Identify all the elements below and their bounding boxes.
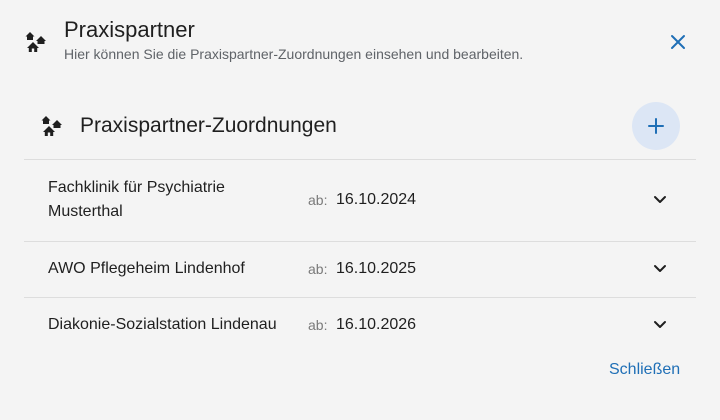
praxispartner-dialog: Praxispartner Hier können Sie die Praxis…	[0, 0, 720, 420]
chevron-down-icon	[653, 264, 667, 274]
house-group-icon	[24, 30, 48, 54]
close-button[interactable]	[662, 26, 694, 58]
chevron-down-icon	[653, 195, 667, 205]
partner-row[interactable]: Fachklinik für Psychiatrie Musterthal ab…	[24, 159, 696, 241]
add-partner-button[interactable]	[632, 102, 680, 150]
dialog-title: Praxispartner	[64, 17, 195, 42]
partner-row[interactable]: Diakonie-Sozialstation Lindenau ab: 16.1…	[24, 297, 696, 353]
plus-icon	[648, 118, 664, 134]
close-dialog-button[interactable]: Schließen	[609, 358, 680, 382]
house-group-icon	[40, 114, 64, 138]
partner-name: Diakonie-Sozialstation Lindenau	[48, 316, 277, 333]
partner-row[interactable]: AWO Pflegeheim Lindenhof ab: 16.10.2025	[24, 241, 696, 297]
partner-name: Fachklinik für Psychiatrie Musterthal	[48, 179, 225, 220]
valid-from-date: 16.10.2026	[336, 316, 417, 333]
valid-from-label: ab:	[308, 317, 328, 333]
close-icon	[670, 34, 686, 50]
partner-list: Fachklinik für Psychiatrie Musterthal ab…	[24, 159, 696, 353]
expand-button[interactable]	[648, 257, 672, 281]
chevron-down-icon	[653, 320, 667, 330]
valid-from-label: ab:	[308, 261, 328, 277]
valid-from-label: ab:	[308, 192, 328, 208]
dialog-subtitle: Hier können Sie die Praxispartner-Zuordn…	[64, 46, 524, 62]
section-title: Praxispartner-Zuordnungen	[80, 114, 337, 137]
expand-button[interactable]	[648, 188, 672, 212]
valid-from-date: 16.10.2025	[336, 260, 417, 277]
partner-name: AWO Pflegeheim Lindenhof	[48, 260, 245, 277]
valid-from-date: 16.10.2024	[336, 191, 417, 208]
expand-button[interactable]	[648, 313, 672, 337]
